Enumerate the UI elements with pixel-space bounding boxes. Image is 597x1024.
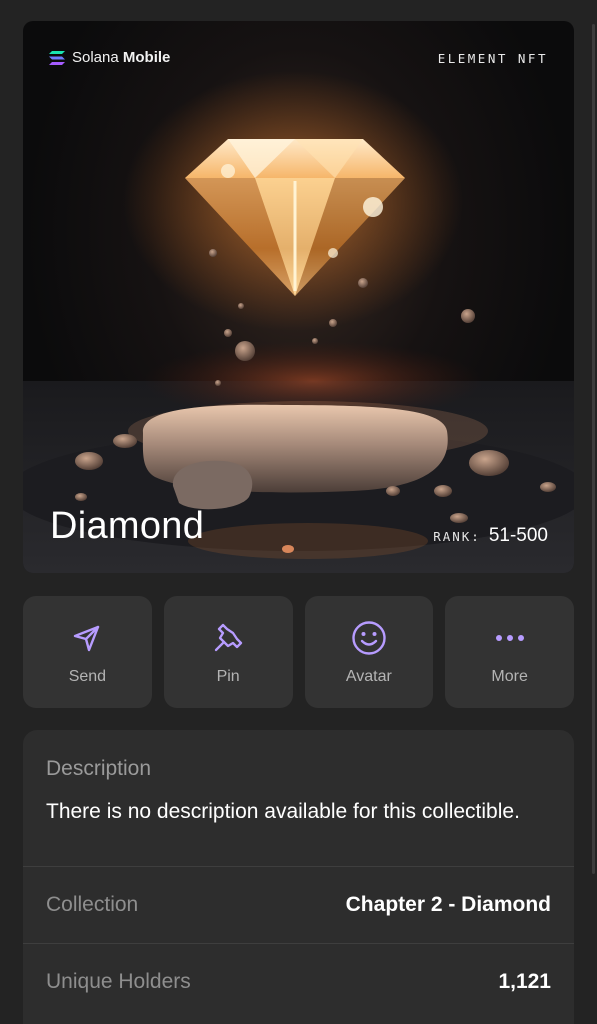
- action-bar: Send Pin Avatar More: [23, 596, 574, 708]
- more-label: More: [491, 668, 528, 685]
- collection-row: Collection Chapter 2 - Diamond: [23, 867, 574, 943]
- solana-logo-icon: [49, 50, 65, 65]
- diamond-artwork: [23, 71, 574, 573]
- description-title: Description: [46, 757, 152, 780]
- avatar-label: Avatar: [345, 668, 392, 685]
- rank-badge: RANK: 51-500: [433, 525, 548, 547]
- rank-value: 51-500: [488, 525, 548, 546]
- description-text: There is no description available for th…: [46, 800, 520, 823]
- nft-image-card[interactable]: Solana Mobile ELEMENT NFT Diamond RANK: …: [23, 21, 574, 573]
- collection-tag: ELEMENT NFT: [437, 51, 548, 66]
- paper-plane-icon: [69, 620, 105, 656]
- unique-holders-value: 1,121: [498, 970, 551, 993]
- nft-title: Diamond: [50, 505, 205, 547]
- collection-label: Collection: [46, 893, 139, 916]
- unique-holders-row: Unique Holders 1,121: [23, 944, 574, 1020]
- more-button[interactable]: More: [445, 596, 574, 708]
- pushpin-icon: [210, 620, 246, 656]
- pin-button[interactable]: Pin: [163, 596, 293, 708]
- pin-label: Pin: [216, 668, 240, 685]
- details-panel: Description There is no description avai…: [23, 730, 574, 1024]
- collection-value: Chapter 2 - Diamond: [345, 893, 551, 916]
- collectible-detail-screen: Solana Mobile ELEMENT NFT Diamond RANK: …: [0, 0, 597, 1024]
- avatar-button[interactable]: Avatar: [304, 596, 434, 708]
- ellipsis-icon: [492, 620, 528, 656]
- unique-holders-label: Unique Holders: [46, 970, 191, 993]
- send-button[interactable]: Send: [23, 596, 152, 708]
- rank-label: RANK:: [433, 529, 481, 544]
- solana-mobile-brand: Solana Mobile: [49, 49, 170, 66]
- smiley-face-icon: [351, 620, 387, 656]
- scrollbar[interactable]: [592, 24, 595, 874]
- send-label: Send: [68, 668, 107, 685]
- brand-name: Solana Mobile: [72, 49, 171, 66]
